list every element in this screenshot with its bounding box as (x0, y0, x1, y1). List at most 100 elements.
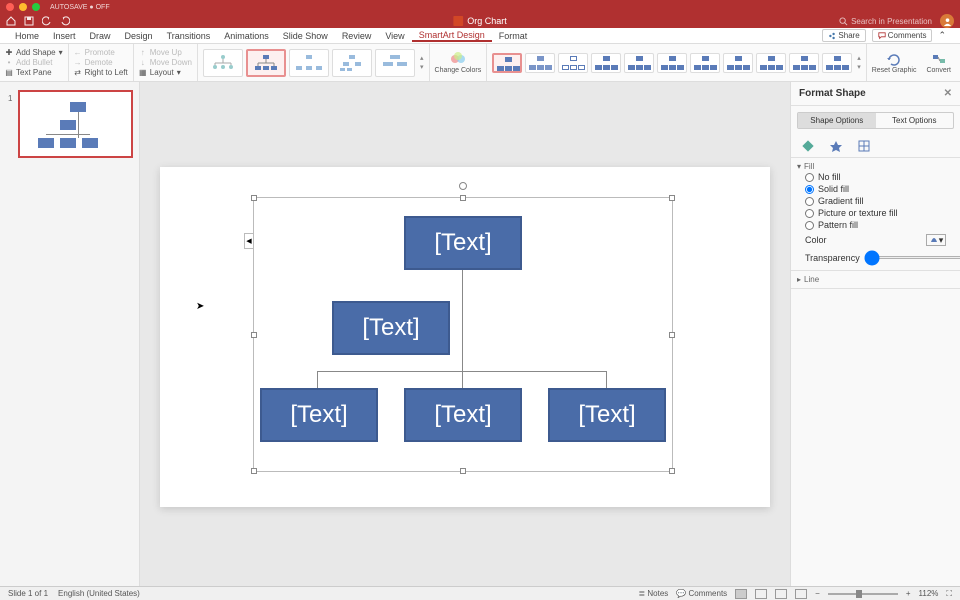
solid-fill-radio[interactable]: Solid fill (797, 183, 954, 195)
zoom-in-icon[interactable]: + (906, 589, 911, 598)
tab-view[interactable]: View (378, 31, 411, 41)
search-input[interactable]: Search in Presentation (839, 17, 932, 26)
pattern-fill-radio[interactable]: Pattern fill (797, 219, 954, 231)
reset-graphic-button[interactable]: Reset Graphic (867, 44, 922, 81)
fill-section-toggle[interactable]: ▾Fill (797, 162, 954, 171)
text-options-tab[interactable]: Text Options (876, 113, 954, 128)
undo-icon[interactable] (42, 16, 52, 26)
style-option-9[interactable] (756, 53, 786, 73)
style-option-6[interactable] (657, 53, 687, 73)
style-option-1-selected[interactable] (492, 53, 522, 73)
no-fill-radio[interactable]: No fill (797, 171, 954, 183)
effects-tab-icon[interactable] (829, 139, 843, 153)
styles-scroll-up-icon[interactable]: ▴ (857, 54, 861, 62)
size-tab-icon[interactable] (857, 139, 871, 153)
org-node-child-1[interactable]: [Text] (260, 388, 378, 442)
tab-animations[interactable]: Animations (217, 31, 276, 41)
layout-option-2-selected[interactable] (246, 49, 286, 77)
tab-review[interactable]: Review (335, 31, 379, 41)
text-pane-button[interactable]: ▤Text Pane (5, 68, 63, 77)
resize-handle-b[interactable] (460, 468, 466, 474)
convert-button[interactable]: Convert (921, 44, 956, 81)
slide-canvas[interactable]: ◀ [Text] [Text] [Text] [Text] [Text] ➤ (160, 167, 770, 507)
resize-handle-br[interactable] (669, 468, 675, 474)
tab-insert[interactable]: Insert (46, 31, 83, 41)
style-option-10[interactable] (789, 53, 819, 73)
org-node-root[interactable]: [Text] (404, 216, 522, 270)
tab-smartart-design[interactable]: SmartArt Design (412, 30, 492, 42)
tab-draw[interactable]: Draw (83, 31, 118, 41)
layout-option-3[interactable] (289, 49, 329, 77)
line-section-toggle[interactable]: ▸Line (797, 275, 954, 284)
resize-handle-t[interactable] (460, 195, 466, 201)
right-to-left-button[interactable]: ⇄Right to Left (74, 68, 128, 77)
layout-option-5[interactable] (375, 49, 415, 77)
minimize-window-icon[interactable] (19, 3, 27, 11)
styles-scroll-down-icon[interactable]: ▾ (857, 63, 861, 71)
gradient-fill-radio[interactable]: Gradient fill (797, 195, 954, 207)
normal-view-icon[interactable] (735, 589, 747, 599)
style-option-8[interactable] (723, 53, 753, 73)
zoom-out-icon[interactable]: − (815, 589, 820, 598)
rotate-handle[interactable] (459, 182, 467, 190)
add-shape-button[interactable]: ✚Add Shape ▾ (5, 48, 63, 57)
comments-button[interactable]: Comments (872, 29, 933, 42)
style-option-4[interactable] (591, 53, 621, 73)
slideshow-view-icon[interactable] (795, 589, 807, 599)
comments-button[interactable]: 💬 Comments (676, 589, 727, 598)
layout-option-1[interactable] (203, 49, 243, 77)
style-option-11[interactable] (822, 53, 852, 73)
color-picker-button[interactable]: ▾ (926, 234, 946, 246)
document-title-text: Org Chart (467, 16, 507, 26)
layout-option-4[interactable] (332, 49, 372, 77)
tab-design[interactable]: Design (118, 31, 160, 41)
share-button[interactable]: Share (822, 29, 865, 42)
resize-handle-bl[interactable] (251, 468, 257, 474)
layouts-scroll-up-icon[interactable]: ▴ (420, 54, 424, 62)
zoom-level[interactable]: 112% (919, 589, 939, 598)
tab-slide-show[interactable]: Slide Show (276, 31, 335, 41)
transparency-slider[interactable] (864, 256, 960, 259)
picture-fill-radio[interactable]: Picture or texture fill (797, 207, 954, 219)
layouts-scroll-down-icon[interactable]: ▾ (420, 63, 424, 71)
close-pane-icon[interactable]: ✕ (944, 88, 952, 99)
smartart-selection-frame[interactable]: ◀ [Text] [Text] [Text] [Text] [Text] (253, 197, 673, 472)
redo-icon[interactable] (60, 16, 70, 26)
slide-canvas-area[interactable]: ◀ [Text] [Text] [Text] [Text] [Text] ➤ (140, 82, 790, 592)
org-node-child-2[interactable]: [Text] (404, 388, 522, 442)
autosave-label[interactable]: AUTOSAVE ● OFF (50, 4, 110, 11)
home-icon[interactable] (6, 16, 16, 26)
style-option-2[interactable] (525, 53, 555, 73)
tab-format[interactable]: Format (492, 31, 535, 41)
fill-line-tab-icon[interactable] (801, 139, 815, 153)
user-avatar[interactable] (940, 14, 954, 28)
tab-transitions[interactable]: Transitions (160, 31, 218, 41)
slide-thumbnail-1[interactable]: 1 (18, 90, 133, 158)
close-window-icon[interactable] (6, 3, 14, 11)
smartart-text-pane-tab[interactable]: ◀ (244, 233, 253, 249)
reading-view-icon[interactable] (775, 589, 787, 599)
notes-button[interactable]: ≣ Notes (638, 589, 668, 598)
language-label[interactable]: English (United States) (58, 589, 140, 598)
style-option-7[interactable] (690, 53, 720, 73)
fit-slide-icon[interactable]: ⛶ (946, 589, 952, 599)
zoom-slider[interactable] (828, 593, 898, 595)
org-node-child-3[interactable]: [Text] (548, 388, 666, 442)
quick-access-toolbar: Org Chart Search in Presentation (0, 14, 960, 28)
tab-home[interactable]: Home (8, 31, 46, 41)
slide-counter[interactable]: Slide 1 of 1 (8, 589, 48, 598)
resize-handle-l[interactable] (251, 332, 257, 338)
style-option-3[interactable] (558, 53, 588, 73)
style-option-5[interactable] (624, 53, 654, 73)
resize-handle-tl[interactable] (251, 195, 257, 201)
maximize-window-icon[interactable] (32, 3, 40, 11)
org-node-assistant[interactable]: [Text] (332, 301, 450, 355)
save-icon[interactable] (24, 16, 34, 26)
resize-handle-r[interactable] (669, 332, 675, 338)
layout-button[interactable]: ▦Layout ▾ (139, 68, 192, 77)
sorter-view-icon[interactable] (755, 589, 767, 599)
shape-options-tab[interactable]: Shape Options (798, 113, 876, 128)
resize-handle-tr[interactable] (669, 195, 675, 201)
collapse-ribbon-icon[interactable]: ⌃ (938, 30, 946, 41)
change-colors-button[interactable]: Change Colors (430, 44, 488, 81)
